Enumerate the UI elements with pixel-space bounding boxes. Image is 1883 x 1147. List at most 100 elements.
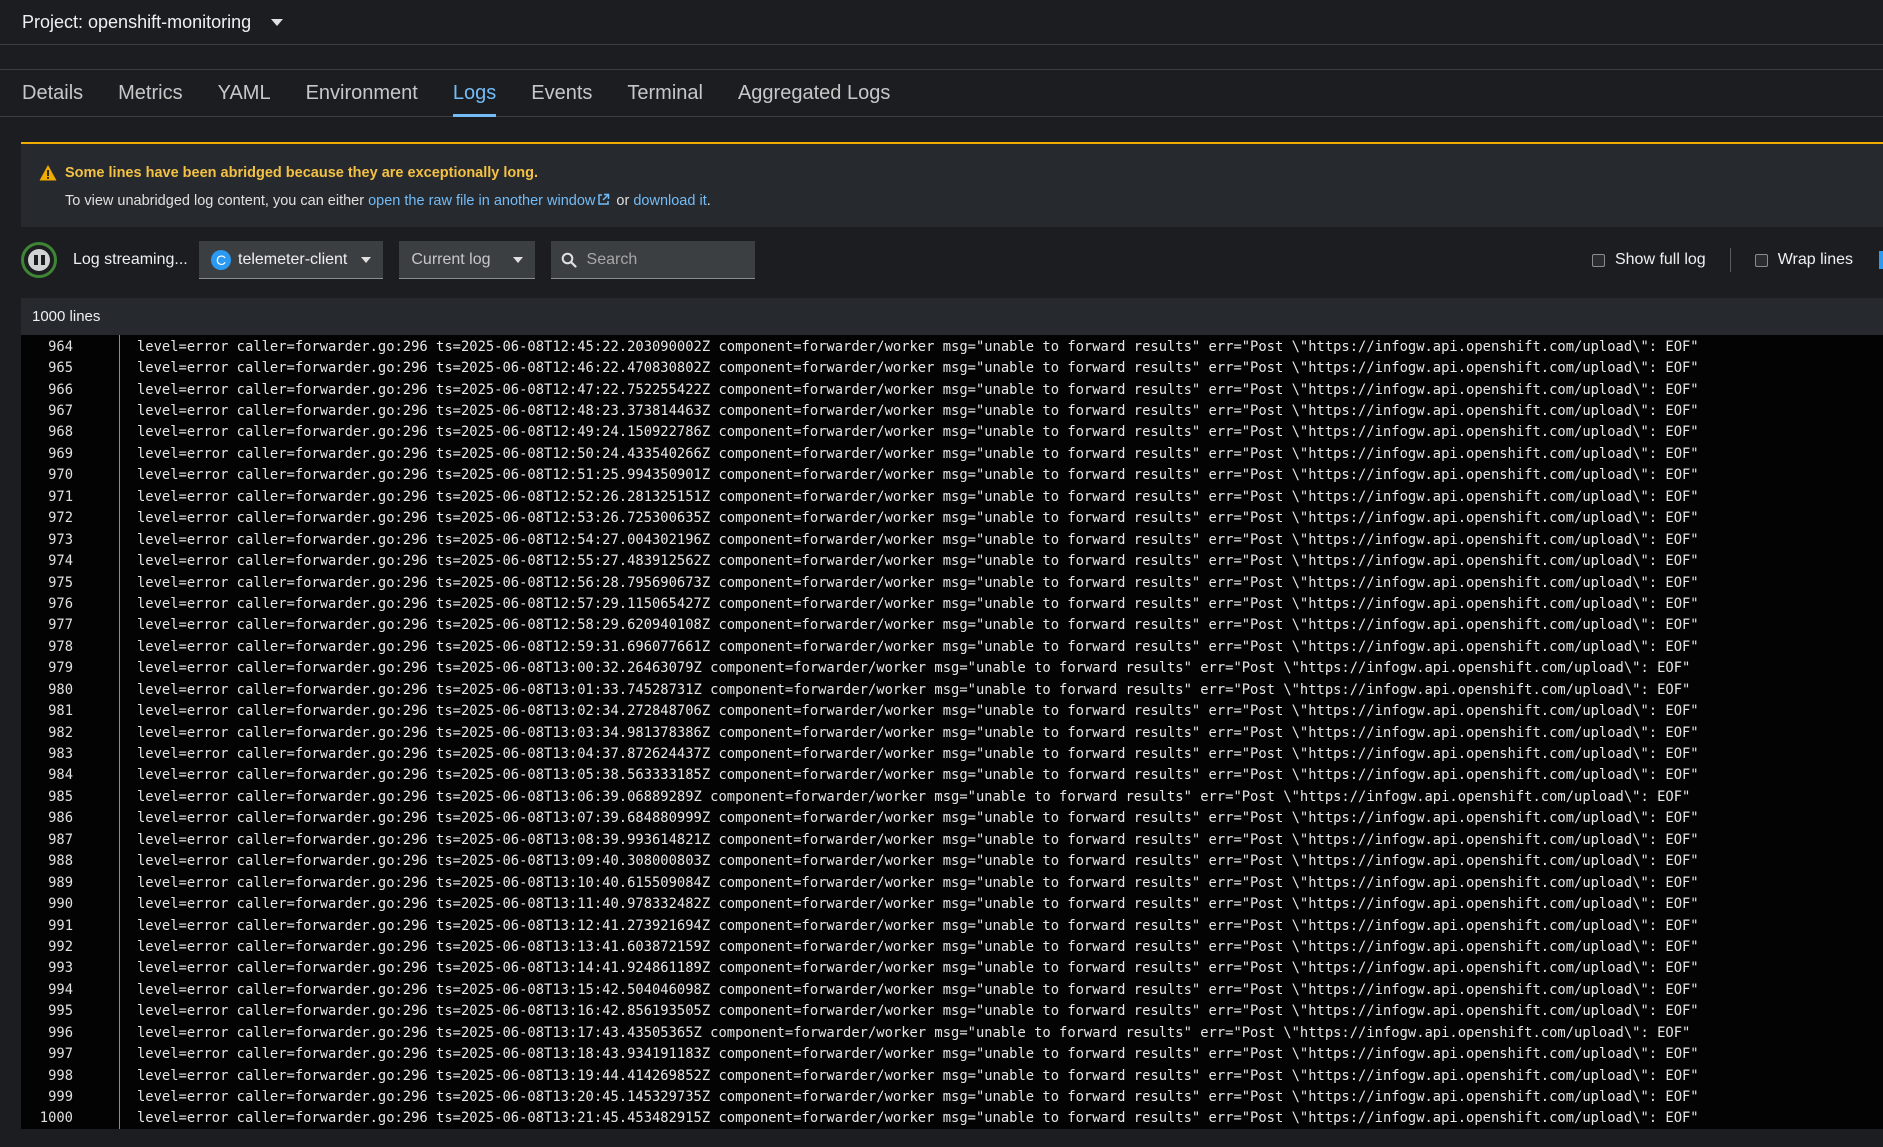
log-line-number: 978: [48, 638, 73, 655]
log-line-text: level=error caller=forwarder.go:296 ts=2…: [137, 403, 1699, 420]
log-line-number: 998: [48, 1067, 73, 1084]
log-type-value: Current log: [411, 250, 491, 268]
search-icon: [561, 252, 577, 268]
tab-yaml[interactable]: YAML: [218, 71, 271, 116]
log-line: 973 level=error caller=forwarder.go:296 t…: [21, 529, 1883, 550]
log-line-text: level=error caller=forwarder.go:296 ts=2…: [137, 917, 1699, 934]
log-line-text: level=error caller=forwarder.go:296 ts=2…: [137, 617, 1699, 634]
project-selector-bar: Project: openshift-monitoring: [0, 0, 1883, 45]
log-line-number: 994: [48, 981, 73, 998]
log-line-number: 973: [48, 531, 73, 548]
resource-tabs: Details Metrics YAML Environment Logs Ev…: [0, 71, 1883, 117]
log-line: 995 level=error caller=forwarder.go:296 t…: [21, 1001, 1883, 1022]
tab-events[interactable]: Events: [531, 71, 592, 116]
toolbar-overflow-marker[interactable]: [1879, 251, 1883, 269]
log-line-text: level=error caller=forwarder.go:296 ts=2…: [137, 896, 1699, 913]
log-line-number: 1000: [39, 1110, 73, 1127]
log-line-text: level=error caller=forwarder.go:296 ts=2…: [137, 531, 1699, 548]
log-line-text: level=error caller=forwarder.go:296 ts=2…: [137, 703, 1699, 720]
log-type-select[interactable]: Current log: [399, 241, 535, 279]
log-line-text: level=error caller=forwarder.go:296 ts=2…: [137, 681, 1691, 698]
abridged-warning-alert: Some lines have been abridged because th…: [21, 142, 1883, 227]
log-line: 994 level=error caller=forwarder.go:296 t…: [21, 979, 1883, 1000]
container-select[interactable]: C telemeter-client: [199, 241, 384, 279]
log-line: 972 level=error caller=forwarder.go:296 t…: [21, 508, 1883, 529]
log-line-text: level=error caller=forwarder.go:296 ts=2…: [137, 767, 1699, 784]
log-line-text: level=error caller=forwarder.go:296 ts=2…: [137, 488, 1699, 505]
log-line: 981 level=error caller=forwarder.go:296 t…: [21, 700, 1883, 721]
log-line: 978 level=error caller=forwarder.go:296 t…: [21, 636, 1883, 657]
log-line-number: 969: [48, 445, 73, 462]
log-line-text: level=error caller=forwarder.go:296 ts=2…: [137, 338, 1699, 355]
external-link-icon[interactable]: [597, 193, 610, 206]
log-line-number: 968: [48, 424, 73, 441]
log-line-text: level=error caller=forwarder.go:296 ts=2…: [137, 553, 1699, 570]
log-line: 967 level=error caller=forwarder.go:296 t…: [21, 400, 1883, 421]
log-line: 982 level=error caller=forwarder.go:296 t…: [21, 722, 1883, 743]
log-line-number: 995: [48, 1003, 73, 1020]
project-selector[interactable]: Project: openshift-monitoring: [22, 12, 251, 33]
log-line: 999 level=error caller=forwarder.go:296 t…: [21, 1086, 1883, 1107]
tab-terminal[interactable]: Terminal: [627, 71, 703, 116]
log-line: 992 level=error caller=forwarder.go:296 t…: [21, 936, 1883, 957]
log-line: 988 level=error caller=forwarder.go:296 t…: [21, 851, 1883, 872]
log-line-number: 970: [48, 467, 73, 484]
alert-body: To view unabridged log content, you can …: [65, 193, 711, 209]
open-raw-file-link[interactable]: open the raw file in another window: [368, 193, 595, 209]
log-line: 976 level=error caller=forwarder.go:296 t…: [21, 593, 1883, 614]
caret-down-icon: [512, 256, 523, 263]
log-line-text: level=error caller=forwarder.go:296 ts=2…: [137, 1067, 1699, 1084]
secondary-bar: [0, 46, 1883, 70]
caret-down-icon[interactable]: [271, 18, 284, 26]
tab-logs[interactable]: Logs: [452, 71, 497, 117]
log-line-text: level=error caller=forwarder.go:296 ts=2…: [137, 1046, 1699, 1063]
log-line: 983 level=error caller=forwarder.go:296 t…: [21, 743, 1883, 764]
log-search: [550, 241, 755, 279]
log-line-text: level=error caller=forwarder.go:296 ts=2…: [137, 938, 1699, 955]
log-line-number: 987: [48, 831, 73, 848]
log-line: 993 level=error caller=forwarder.go:296 t…: [21, 958, 1883, 979]
log-line-text: level=error caller=forwarder.go:296 ts=2…: [137, 445, 1699, 462]
log-line-number: 986: [48, 810, 73, 827]
tab-metrics[interactable]: Metrics: [118, 71, 182, 116]
wrap-lines-checkbox[interactable]: Wrap lines: [1754, 251, 1853, 269]
log-line: 987 level=error caller=forwarder.go:296 t…: [21, 829, 1883, 850]
log-line-number: 982: [48, 724, 73, 741]
log-line-number: 966: [48, 381, 73, 398]
log-line-text: level=error caller=forwarder.go:296 ts=2…: [137, 724, 1699, 741]
log-line-number: 992: [48, 938, 73, 955]
pause-icon: [28, 249, 50, 271]
log-toolbar: Log streaming... C telemeter-client Curr…: [21, 237, 1883, 283]
tab-aggregated-logs[interactable]: Aggregated Logs: [738, 71, 890, 116]
search-input[interactable]: [586, 250, 747, 269]
log-line: 986 level=error caller=forwarder.go:296 t…: [21, 808, 1883, 829]
log-line-text: level=error caller=forwarder.go:296 ts=2…: [137, 810, 1699, 827]
log-line: 979 level=error caller=forwarder.go:296 t…: [21, 658, 1883, 679]
log-line-number: 975: [48, 574, 73, 591]
log-line: 997 level=error caller=forwarder.go:296 t…: [21, 1043, 1883, 1064]
pause-streaming-button[interactable]: [21, 242, 57, 278]
log-line-number: 997: [48, 1046, 73, 1063]
log-line-number: 974: [48, 553, 73, 570]
log-line-text: level=error caller=forwarder.go:296 ts=2…: [137, 381, 1699, 398]
log-viewer[interactable]: 964 level=error caller=forwarder.go:296 t…: [21, 335, 1883, 1129]
log-line: 990 level=error caller=forwarder.go:296 t…: [21, 893, 1883, 914]
log-line-text: level=error caller=forwarder.go:296 ts=2…: [137, 424, 1699, 441]
log-line-text: level=error caller=forwarder.go:296 ts=2…: [137, 1024, 1691, 1041]
tab-details[interactable]: Details: [22, 71, 83, 116]
log-line-number: 984: [48, 767, 73, 784]
log-line-number: 991: [48, 917, 73, 934]
show-full-log-checkbox[interactable]: Show full log: [1591, 251, 1706, 269]
log-line-number: 990: [48, 896, 73, 913]
tab-environment[interactable]: Environment: [306, 71, 418, 116]
warning-icon: [39, 165, 57, 181]
log-line: 985 level=error caller=forwarder.go:296 t…: [21, 786, 1883, 807]
log-line-text: level=error caller=forwarder.go:296 ts=2…: [137, 874, 1699, 891]
log-line: 991 level=error caller=forwarder.go:296 t…: [21, 915, 1883, 936]
log-line-text: level=error caller=forwarder.go:296 ts=2…: [137, 638, 1699, 655]
log-line-number: 977: [48, 617, 73, 634]
log-line-number: 996: [48, 1024, 73, 1041]
log-line-text: level=error caller=forwarder.go:296 ts=2…: [137, 746, 1699, 763]
download-link[interactable]: download it: [633, 193, 706, 209]
log-line-number: 989: [48, 874, 73, 891]
